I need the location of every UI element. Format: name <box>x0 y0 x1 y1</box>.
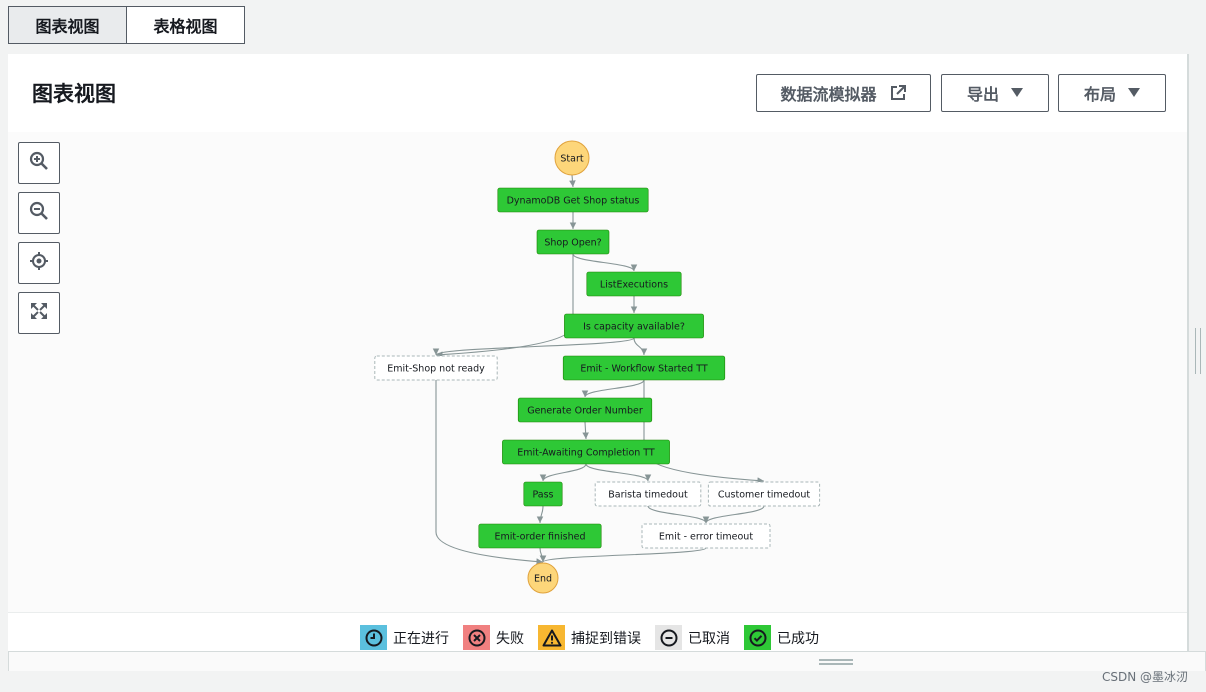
minus-circle-icon <box>655 625 682 650</box>
data-flow-simulator-button[interactable]: 数据流模拟器 <box>756 74 931 112</box>
export-label: 导出 <box>966 85 999 104</box>
state-node-label: Pass <box>532 490 553 501</box>
state-node-label: Emit-Shop not ready <box>387 364 485 375</box>
status-legend: 正在进行 失败 捕捉到错误 已取消 已成功 <box>360 625 833 650</box>
legend-item-cancelled: 已取消 <box>655 625 730 650</box>
edge-wfStarted-to-genOrder <box>581 379 645 398</box>
bottom-strip <box>8 672 1206 692</box>
graph-panel: 图表视图 数据流模拟器 导出 布局 Start DynamoDB Get Sho… <box>8 54 1189 652</box>
state-node-label: Customer timedout <box>718 490 810 501</box>
legend-item-succeeded: 已成功 <box>744 625 819 650</box>
caret-down-icon <box>1011 88 1023 98</box>
legend-item-caught-error: 捕捉到错误 <box>538 625 641 650</box>
state-node-label: DynamoDB Get Shop status <box>507 196 640 207</box>
panel-title: 图表视图 <box>32 82 116 106</box>
edge-capacity-to-wfStarted <box>633 337 648 356</box>
tab-graph-view[interactable]: 图表视图 <box>8 6 127 44</box>
state-node-label: Is capacity available? <box>583 322 685 333</box>
edge-wfStarted-to-customer <box>643 380 765 484</box>
edge-pass-to-finished <box>536 505 544 524</box>
state-node-shopopen[interactable]: Shop Open? <box>536 229 610 255</box>
state-node-capacity[interactable]: Is capacity available? <box>564 313 704 339</box>
edge-errTimeout-to-end <box>539 547 707 563</box>
state-node-label: ListExecutions <box>600 280 668 291</box>
state-node-notready[interactable]: Emit-Shop not ready <box>374 355 498 381</box>
state-node-label: Shop Open? <box>544 238 601 249</box>
edge-barista-to-errTimeout <box>647 505 710 524</box>
state-machine-graph: Start DynamoDB Get Shop status Shop Open? L… <box>374 140 821 594</box>
state-node-finished[interactable]: Emit-order finished <box>478 523 602 549</box>
edge-genOrder-to-awaiting <box>582 421 589 440</box>
external-link-icon <box>889 84 907 102</box>
layout-label: 布局 <box>1083 85 1116 104</box>
panel-header: 图表视图 数据流模拟器 导出 布局 <box>8 54 1187 133</box>
state-node-listexec[interactable]: ListExecutions <box>586 271 682 297</box>
legend-label: 已取消 <box>688 630 730 647</box>
state-node-label: Start <box>560 154 583 165</box>
state-node-customer[interactable]: Customer timedout <box>707 481 821 507</box>
edge-shopOpen-to-listExec <box>572 253 638 272</box>
graph-canvas[interactable]: Start DynamoDB Get Shop status Shop Open? L… <box>8 132 1187 612</box>
state-node-end[interactable]: End <box>527 562 559 594</box>
warning-icon <box>538 625 565 650</box>
side-resize-handle[interactable] <box>1195 328 1201 374</box>
legend-label: 正在进行 <box>393 630 449 647</box>
tab-table-view[interactable]: 表格视图 <box>127 6 245 44</box>
state-node-pass[interactable]: Pass <box>523 481 563 507</box>
state-node-label: Barista timedout <box>608 490 688 501</box>
legend-item-failed: 失败 <box>463 625 524 650</box>
state-node-label: Emit - error timeout <box>659 532 753 543</box>
state-node-awaiting[interactable]: Emit-Awaiting Completion TT <box>502 439 670 465</box>
edge-customer-to-errTimeout <box>702 505 765 524</box>
state-node-errtimeout[interactable]: Emit - error timeout <box>641 523 771 549</box>
edge-finished-to-end <box>539 547 547 563</box>
clock-icon <box>360 625 387 650</box>
watermark: CSDN @墨冰㲽 <box>1101 670 1188 684</box>
legend-label: 捕捉到错误 <box>571 630 641 647</box>
legend-item-in-progress: 正在进行 <box>360 625 449 650</box>
x-circle-icon <box>463 625 490 650</box>
state-node-label: End <box>534 574 552 585</box>
state-node-genorder[interactable]: Generate Order Number <box>517 397 653 423</box>
simulator-label: 数据流模拟器 <box>780 85 877 104</box>
edge-shopOpen-to-notReady <box>435 254 574 358</box>
export-button[interactable]: 导出 <box>941 74 1049 112</box>
state-node-wfstarted[interactable]: Emit - Workflow Started TT <box>562 355 726 381</box>
state-node-label: Emit-Awaiting Completion TT <box>517 448 655 459</box>
layout-button[interactable]: 布局 <box>1058 74 1166 112</box>
view-tabs: 图表视图 表格视图 <box>8 6 245 44</box>
legend-bar: 正在进行 失败 捕捉到错误 已取消 已成功 <box>8 612 1187 652</box>
state-node-barista[interactable]: Barista timedout <box>594 481 702 507</box>
edge-start-to-getShop <box>569 174 576 188</box>
edge-awaiting-to-pass <box>539 463 587 482</box>
state-node-getshop[interactable]: DynamoDB Get Shop status <box>497 187 649 213</box>
state-node-label: Emit-order finished <box>494 532 585 543</box>
edge-awaiting-to-barista <box>585 463 652 482</box>
state-node-start[interactable]: Start <box>554 140 590 176</box>
resize-grip-icon[interactable] <box>819 659 853 665</box>
check-circle-icon <box>744 625 771 650</box>
legend-label: 已成功 <box>777 630 819 647</box>
state-node-label: Generate Order Number <box>527 406 643 417</box>
bottom-resize-bar[interactable] <box>8 651 1206 671</box>
caret-down-icon <box>1128 88 1140 98</box>
legend-label: 失败 <box>496 630 524 647</box>
state-node-label: Emit - Workflow Started TT <box>580 364 707 375</box>
